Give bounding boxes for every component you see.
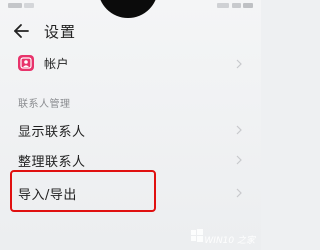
- contacts-section-title: 联系人管理: [18, 99, 71, 110]
- settings-screen: 设置 帐户 联系人管理 显示联系人 整理联系人 导入/导出 WIN10 之家: [0, 0, 261, 250]
- account-row[interactable]: 帐户: [0, 52, 261, 76]
- organize-contacts-label: 整理联系人: [18, 155, 86, 170]
- chevron-right-icon: [236, 188, 242, 198]
- organize-contacts-row[interactable]: 整理联系人: [0, 148, 261, 172]
- show-contacts-row[interactable]: 显示联系人: [0, 118, 261, 142]
- chevron-right-icon: [236, 125, 242, 135]
- status-bar-right: [217, 3, 253, 8]
- camera-notch: [98, 0, 158, 18]
- back-arrow-icon[interactable]: [12, 22, 30, 40]
- page-title: 设置: [44, 23, 77, 41]
- chevron-right-icon: [236, 155, 242, 165]
- show-contacts-label: 显示联系人: [18, 125, 86, 140]
- contact-card-icon: [18, 55, 34, 71]
- highlight-box: [10, 170, 156, 212]
- windows-logo-icon: [191, 229, 203, 242]
- status-bar-left: [8, 3, 34, 8]
- app-header: 设置: [0, 18, 261, 44]
- watermark-text: WIN10 之家: [204, 236, 255, 246]
- account-label: 帐户: [44, 57, 70, 71]
- chevron-right-icon: [236, 59, 242, 69]
